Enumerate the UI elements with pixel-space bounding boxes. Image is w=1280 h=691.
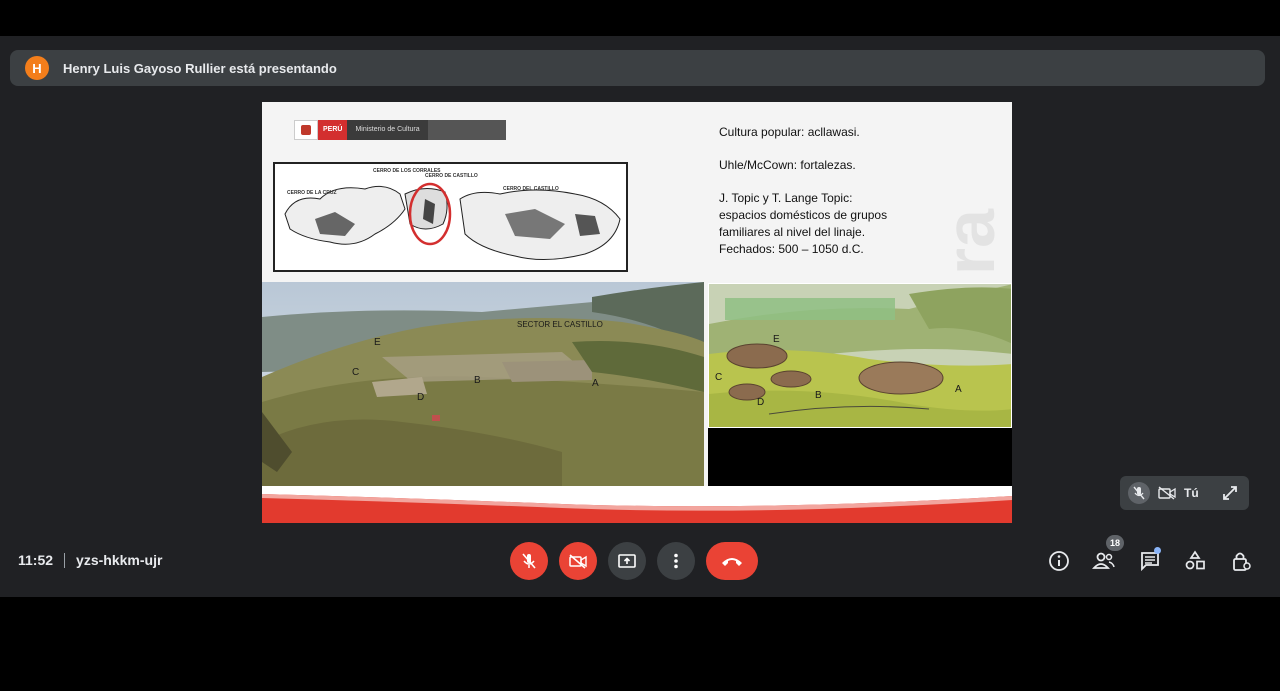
photo-letter-a: A — [592, 378, 599, 389]
leave-call-button[interactable] — [706, 542, 758, 580]
chat-notification-dot — [1154, 547, 1161, 554]
photo-letter-d: D — [417, 392, 425, 403]
self-mic-off-icon — [1128, 482, 1150, 504]
slide-line-4: espacios domésticos de grupos — [719, 208, 888, 222]
illus-letter-c: C — [715, 372, 723, 383]
map-label-cruz: CERRO DE LA CRUZ — [287, 190, 337, 196]
participants-count-badge: 18 — [1106, 535, 1124, 551]
expand-icon[interactable] — [1219, 482, 1241, 504]
map-label-sur: CERRO DEL CASTILLO — [503, 186, 559, 192]
aerial-photo: SECTOR EL CASTILLO E C B D A — [262, 282, 704, 486]
more-options-button[interactable] — [657, 542, 695, 580]
slide-line-5: familiares al nivel del linaje. — [719, 225, 866, 239]
self-view-tile[interactable]: Tú — [1120, 476, 1249, 510]
map-drawing — [284, 182, 621, 261]
reconstruction-illustration: E C D B A — [708, 283, 1012, 428]
photo-letter-c: C — [352, 367, 360, 378]
camera-off-icon — [569, 554, 587, 569]
illus-letter-a: A — [955, 384, 962, 395]
illus-letter-d: D — [757, 397, 765, 408]
meeting-time: 11:52 — [18, 552, 54, 568]
sector-label: SECTOR EL CASTILLO — [517, 320, 603, 329]
logo-peru-text: PERÚ — [318, 120, 348, 140]
people-icon — [1092, 552, 1115, 569]
slide-footer-wave — [262, 486, 1012, 523]
participants-button[interactable] — [1092, 549, 1116, 573]
camera-toggle-button[interactable] — [559, 542, 597, 580]
top-black-bar — [0, 0, 1280, 36]
meeting-info: 11:52 yzs-hkkm-ujr — [18, 552, 162, 568]
bottom-black-bar — [0, 597, 1280, 691]
slide-line-1: Cultura popular: acllawasi. — [719, 125, 860, 139]
hang-up-icon — [722, 558, 742, 566]
mic-toggle-button[interactable] — [510, 542, 548, 580]
illus-letter-e: E — [773, 334, 780, 345]
slide-black-block — [708, 428, 1012, 488]
presenter-banner: H Henry Luis Gayoso Rullier está present… — [10, 50, 1265, 86]
map-label-castillo: CERRO DE CASTILLO — [425, 173, 478, 179]
logo-sub-block — [427, 120, 506, 140]
activities-button[interactable] — [1183, 549, 1207, 573]
shared-slide: PERÚ Ministerio de Cultura CERRO DE LOS … — [262, 102, 1012, 523]
aerial-photo-drawing — [262, 282, 704, 486]
lock-person-icon — [1233, 552, 1251, 571]
present-screen-button[interactable] — [608, 542, 646, 580]
self-camera-off-icon — [1156, 482, 1178, 504]
illus-letter-b: B — [815, 390, 822, 401]
slide-line-3: J. Topic y T. Lange Topic: — [719, 191, 853, 205]
meeting-details-button[interactable] — [1047, 549, 1071, 573]
mic-off-icon — [522, 553, 536, 569]
meeting-code: yzs-hkkm-ujr — [76, 552, 163, 568]
illustration-drawing — [709, 284, 1011, 427]
presenter-text: Henry Luis Gayoso Rullier está presentan… — [63, 60, 337, 76]
photo-letter-e: E — [374, 337, 381, 348]
self-name: Tú — [1184, 486, 1199, 500]
activities-icon — [1185, 550, 1205, 570]
site-map: CERRO DE LOS CORRALES CERRO DE CASTILLO … — [273, 162, 628, 272]
info-icon — [1049, 551, 1069, 571]
slide-line-2: Uhle/McCown: fortalezas. — [719, 158, 856, 172]
slide-text-block: Cultura popular: acllawasi. Uhle/McCown:… — [719, 124, 939, 258]
photo-letter-b: B — [474, 375, 481, 386]
logo-ministry-text: Ministerio de Cultura — [347, 120, 428, 140]
meet-stage: H Henry Luis Gayoso Rullier está present… — [0, 36, 1280, 597]
peru-shield-icon — [294, 120, 318, 140]
host-controls-button[interactable] — [1229, 549, 1253, 573]
present-screen-icon — [618, 554, 636, 568]
ministry-logo: PERÚ Ministerio de Cultura — [294, 120, 506, 140]
more-vert-icon — [674, 553, 678, 569]
slide-line-6: Fechados: 500 – 1050 d.C. — [719, 242, 864, 256]
meeting-divider — [64, 552, 66, 568]
slide-watermark: ra — [931, 208, 1010, 276]
presenter-avatar: H — [25, 56, 49, 80]
